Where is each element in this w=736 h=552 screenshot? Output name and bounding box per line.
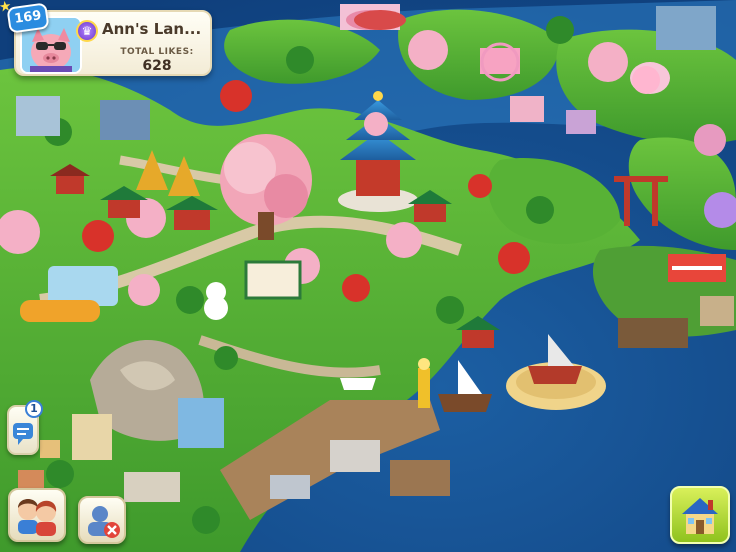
remove-user-icon	[88, 506, 120, 538]
total-likes-value: 628	[142, 58, 172, 74]
visitor-button[interactable]	[78, 496, 126, 544]
profile-card[interactable]: ★ 169 ♛ Ann's Lan... TOTAL LIKES: 628	[0, 0, 212, 76]
rank-shield-icon: ♛	[76, 20, 98, 42]
game-map[interactable]	[0, 0, 736, 552]
friends-button[interactable]	[8, 488, 66, 542]
chat-unread-badge: 1	[25, 400, 43, 418]
town-name: Ann's Lan...	[102, 20, 202, 38]
map-artwork	[0, 0, 736, 552]
level-value: 169	[13, 8, 43, 27]
total-likes-label: TOTAL LIKES:	[120, 47, 194, 57]
friends-icon	[18, 499, 57, 536]
home-icon	[682, 498, 718, 534]
star-icon: ★	[0, 0, 13, 16]
home-button[interactable]	[670, 486, 730, 544]
